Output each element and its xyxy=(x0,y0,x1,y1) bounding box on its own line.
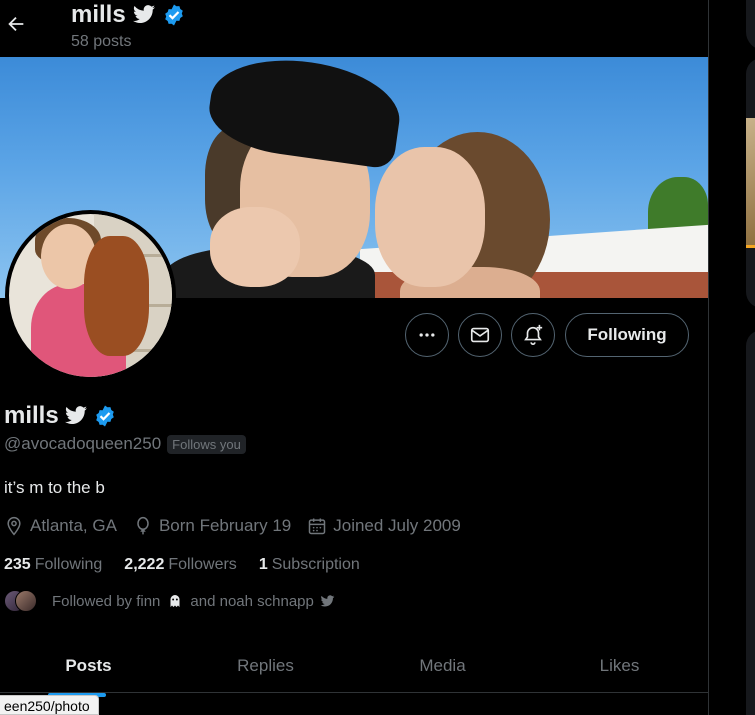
bell-plus-icon xyxy=(524,324,543,345)
followers-stat-label: Followers xyxy=(168,556,237,573)
bird-icon xyxy=(320,594,335,606)
profile-tabs: Posts Replies Media Likes xyxy=(0,640,708,693)
profile-avatar[interactable] xyxy=(5,210,176,381)
followed-by-prefix: Followed by finn xyxy=(52,592,161,610)
ghost-emoji-icon xyxy=(170,595,180,607)
profile-handle-row: @avocadoqueen250 Follows you xyxy=(4,434,246,454)
tab-replies[interactable]: Replies xyxy=(177,640,354,692)
sidebar-trends-card[interactable] xyxy=(746,330,755,715)
header-display-name: mills xyxy=(71,1,126,28)
bird-icon xyxy=(132,5,155,24)
status-bar-url: een250/photo xyxy=(0,695,99,715)
tab-posts[interactable]: Posts xyxy=(0,640,177,692)
followed-by-row[interactable]: Followed by finn and noah schnapp xyxy=(4,590,335,612)
calendar-icon xyxy=(308,518,326,535)
right-sidebar xyxy=(709,0,755,715)
location-text: Atlanta, GA xyxy=(30,516,117,535)
followers-count: 2,222 xyxy=(124,556,165,573)
following-stat-label: Following xyxy=(34,556,103,573)
mail-icon xyxy=(470,327,490,343)
back-button[interactable] xyxy=(2,10,30,38)
followers-stat[interactable]: 2,222 Followers xyxy=(124,556,237,574)
joined-item: Joined July 2009 xyxy=(307,516,461,536)
verified-badge-icon[interactable] xyxy=(93,404,117,428)
profile-main-column: mills 58 posts Following mills @avocadoq… xyxy=(0,0,708,715)
subscription-stat-label: Subscription xyxy=(271,556,360,573)
profile-meta-row: Atlanta, GA Born February 19 Joined July… xyxy=(4,516,461,536)
message-button[interactable] xyxy=(458,313,502,357)
profile-stats-row: 235 Following 2,222 Followers 1 Subscriptio… xyxy=(4,556,360,574)
notify-button[interactable] xyxy=(511,313,555,357)
tab-media[interactable]: Media xyxy=(354,640,531,692)
profile-name-row: mills xyxy=(4,401,117,431)
arrow-left-icon xyxy=(8,16,24,32)
avatar xyxy=(15,590,37,612)
header-posts-count: 58 posts xyxy=(71,33,132,50)
location-item: Atlanta, GA xyxy=(4,516,117,536)
follows-you-badge: Follows you xyxy=(167,434,246,454)
location-pin-icon xyxy=(7,516,21,536)
header-name-row: mills xyxy=(71,0,186,30)
profile-display-name: mills xyxy=(4,402,59,429)
verified-badge-icon xyxy=(164,4,183,26)
balloon-icon xyxy=(137,516,149,535)
more-button[interactable] xyxy=(405,313,449,357)
following-stat[interactable]: 235 Following xyxy=(4,556,102,574)
profile-handle: @avocadoqueen250 xyxy=(4,434,162,453)
bird-icon xyxy=(64,406,87,424)
subscription-count: 1 xyxy=(258,556,268,573)
following-button[interactable]: Following xyxy=(565,313,689,357)
joined-text: Joined July 2009 xyxy=(333,516,461,535)
sidebar-search-box[interactable] xyxy=(746,0,755,50)
tab-likes[interactable]: Likes xyxy=(531,640,708,692)
birthday-text: Born February 19 xyxy=(158,516,292,535)
following-count: 235 xyxy=(4,556,31,573)
subscription-stat[interactable]: 1 Subscription xyxy=(259,556,360,574)
profile-bio: it’s m to the b xyxy=(4,478,105,497)
followed-by-middle: and noah schnapp xyxy=(190,592,314,610)
sidebar-media-card[interactable] xyxy=(746,58,755,308)
more-icon xyxy=(419,333,435,337)
birthday-item: Born February 19 xyxy=(133,516,291,536)
followers-you-know-avatars xyxy=(4,590,37,612)
profile-header-bar: mills 58 posts xyxy=(0,0,708,57)
